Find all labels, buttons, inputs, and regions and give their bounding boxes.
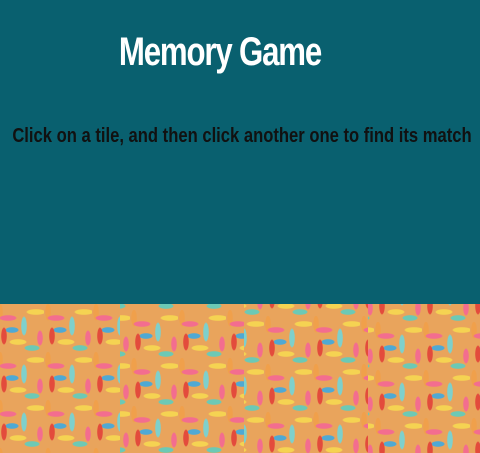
game-instructions: Click on a tile, and then click another … <box>12 125 472 147</box>
memory-tile[interactable] <box>244 304 368 453</box>
memory-game-page: Memory Game Click on a tile, and then cl… <box>0 0 480 453</box>
memory-tile[interactable] <box>368 304 480 453</box>
tile-board <box>0 304 480 453</box>
memory-tile[interactable] <box>120 304 244 453</box>
page-title: Memory Game <box>118 30 322 74</box>
memory-tile[interactable] <box>0 304 120 453</box>
